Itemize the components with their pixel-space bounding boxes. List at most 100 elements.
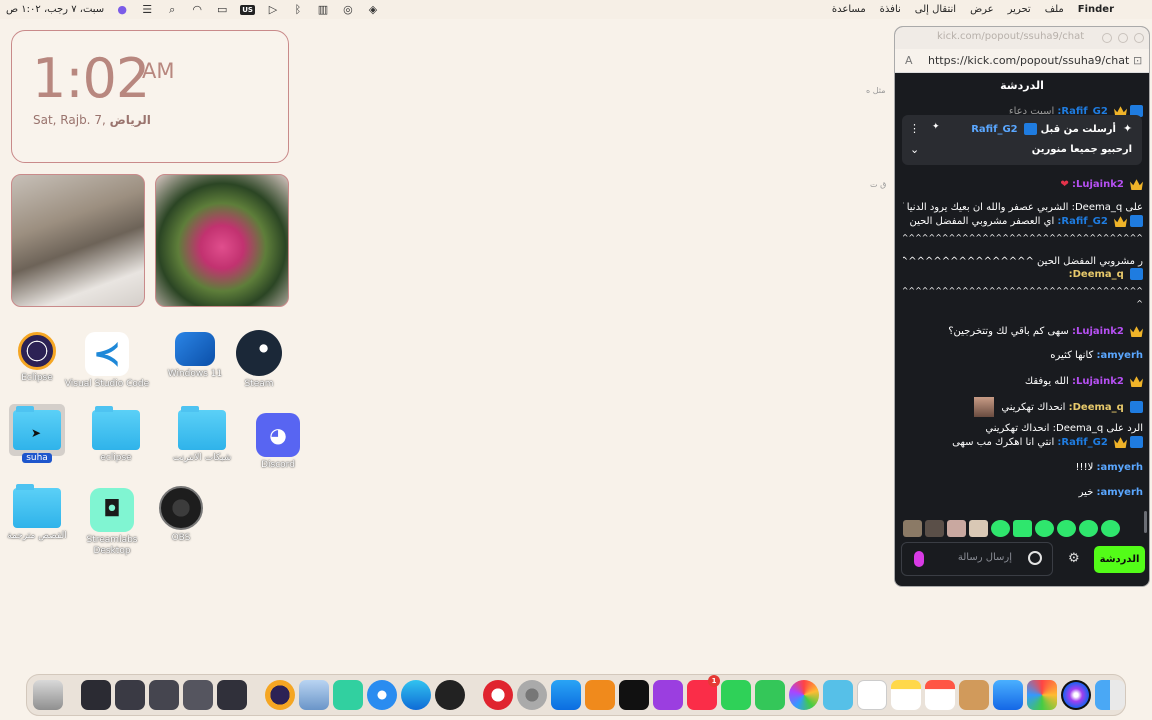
folder-icon: [13, 484, 61, 528]
photo-widget-flowers[interactable]: [155, 174, 289, 307]
menu-edit[interactable]: تحرير: [1008, 0, 1031, 19]
emote-thumbnail[interactable]: [1013, 519, 1032, 537]
finder-icon[interactable]: [1095, 680, 1125, 710]
chat-reply-context[interactable]: ر مشروبي المفضل الحين ^^^^^^^^^^^^^^^^^^…: [903, 256, 1143, 267]
smile-icon[interactable]: [1028, 551, 1042, 565]
preview-icon[interactable]: [299, 680, 329, 710]
obs-status-icon[interactable]: ◎: [341, 0, 355, 19]
apple-tv-icon[interactable]: [619, 680, 649, 710]
folder-icon: [92, 406, 140, 450]
music-icon[interactable]: 1: [687, 675, 720, 710]
play-icon[interactable]: ▷: [266, 0, 280, 19]
pinned-text: ارحبيو جميعا منورين: [1031, 144, 1132, 155]
bluetooth-icon[interactable]: ᛒ: [291, 0, 305, 19]
messages-icon[interactable]: [755, 680, 785, 710]
emote-thumbnail[interactable]: [1101, 519, 1120, 537]
chat-reply-context[interactable]: على Deema_q: الشربي عصفر والله ان بعيك ي…: [903, 202, 1143, 213]
emote-thumbnail[interactable]: [925, 519, 944, 537]
recent-window-thumbnail[interactable]: [81, 680, 111, 710]
desktop-icon-vscode[interactable]: ≺ Visual Studio Code: [62, 332, 152, 390]
menu-file[interactable]: ملف: [1045, 0, 1064, 19]
send-chat-button[interactable]: الدردشة: [1094, 546, 1145, 573]
desktop-icon-steam[interactable]: Steam: [222, 330, 296, 390]
recent-window-thumbnail[interactable]: [183, 680, 213, 710]
search-icon[interactable]: ⌕: [165, 0, 179, 19]
desktop-icon-obs[interactable]: OBS: [144, 486, 218, 544]
microphone-icon[interactable]: [914, 551, 924, 567]
system-settings-icon[interactable]: [517, 680, 547, 710]
obs-icon[interactable]: [435, 680, 465, 710]
desktop-icon-translation-folder[interactable]: القصص مترجمة: [0, 484, 74, 542]
menu-go[interactable]: انتقال إلى: [915, 0, 956, 19]
chevron-down-icon[interactable]: ⌄: [910, 143, 919, 156]
window-zoom-button[interactable]: [1118, 33, 1128, 43]
siri-icon[interactable]: [1061, 680, 1091, 710]
maps-icon[interactable]: [823, 680, 853, 710]
parallels-icon[interactable]: ▥: [316, 0, 330, 19]
facetime-icon[interactable]: [721, 680, 751, 710]
window-close-button[interactable]: [1134, 33, 1144, 43]
calendar-icon[interactable]: [925, 680, 955, 710]
window-titlebar[interactable]: kick.com/popout/ssuha9/chat: [895, 27, 1149, 49]
battery-icon[interactable]: ▭: [215, 0, 229, 19]
chat-message: Lujaink2: ❤: [903, 178, 1143, 190]
address-bar[interactable]: A https://kick.com/popout/ssuha9/chat ⊡: [895, 49, 1149, 73]
podcasts-icon[interactable]: [653, 680, 683, 710]
mail-icon[interactable]: [993, 680, 1023, 710]
pinned-message[interactable]: ✦ أرسلت من قبل Rafif_G2 ✦ ⋮ ارحبيو جميعا…: [902, 115, 1142, 165]
window-minimize-button[interactable]: [1102, 33, 1112, 43]
chat-messages[interactable]: Rafif_G2: اسبت دعاء Lujaink2: ❤ على Deem…: [895, 105, 1149, 539]
privacy-icon[interactable]: ◈: [366, 0, 380, 19]
desktop-icon-eclipse-folder[interactable]: eclipse: [79, 406, 153, 464]
contacts-icon[interactable]: [959, 680, 989, 710]
launchpad-icon[interactable]: [1027, 680, 1057, 710]
desktop-icon-streamlabs[interactable]: ◘ Streamlabs Desktop: [75, 488, 149, 557]
safari-icon[interactable]: [367, 680, 397, 710]
chat-message: amyerh: خير: [1078, 487, 1143, 498]
desktop-icon-discord[interactable]: ◕ Discord: [241, 413, 315, 471]
control-center-icon[interactable]: ☰: [140, 0, 154, 19]
menu-finder[interactable]: Finder: [1078, 0, 1114, 19]
reminders-icon[interactable]: [857, 680, 887, 710]
books-icon[interactable]: [585, 680, 615, 710]
photos-icon[interactable]: [789, 680, 819, 710]
siri-icon[interactable]: ●: [115, 0, 129, 19]
recent-window-thumbnail[interactable]: [149, 680, 179, 710]
pin-icon[interactable]: ✦: [932, 122, 940, 132]
emote-thumbnail[interactable]: [1079, 519, 1098, 537]
emote-thumbnail[interactable]: [969, 519, 988, 537]
app-store-icon[interactable]: [551, 680, 581, 710]
desktop-icon-windows11[interactable]: Windows 11: [158, 332, 232, 380]
menu-window[interactable]: نافذة: [880, 0, 901, 19]
menu-help[interactable]: مساعدة: [832, 0, 866, 19]
emote-thumbnail[interactable]: [1057, 519, 1076, 537]
keyboard-layout-indicator[interactable]: US: [240, 4, 255, 15]
clock-widget[interactable]: 1:02 AM Sat, Rajb. 7, الرياض: [11, 30, 289, 163]
reader-icon[interactable]: A: [905, 54, 913, 67]
streamlabs-icon[interactable]: [333, 680, 363, 710]
emote-thumbnail[interactable]: [903, 519, 922, 537]
chat-message: Lujaink2: سهى كم باقي لك وتتخرجين؟: [903, 325, 1143, 337]
edge-icon[interactable]: [401, 680, 431, 710]
wifi-icon[interactable]: ◠: [190, 0, 204, 19]
chat-input[interactable]: إرسال رسالة: [901, 542, 1053, 576]
address-url[interactable]: https://kick.com/popout/ssuha9/chat: [928, 54, 1129, 67]
kebab-icon[interactable]: ⋮: [909, 122, 920, 135]
trash-icon[interactable]: [33, 680, 63, 710]
chat-reply-context[interactable]: الرد على Deema_q: انحداك تهكريني: [903, 423, 1143, 434]
eclipse-icon[interactable]: [265, 680, 295, 710]
clock-menu-item[interactable]: سبت، ٧ رجب، ١:٠٢ ص: [6, 4, 104, 15]
clock-city: الرياض: [109, 113, 151, 127]
emote-thumbnail[interactable]: [947, 519, 966, 537]
gear-icon[interactable]: ⚙: [1068, 551, 1080, 566]
photo-widget-cat[interactable]: [11, 174, 145, 307]
menu-view[interactable]: عرض: [970, 0, 994, 19]
emote-thumbnail[interactable]: [1035, 519, 1054, 537]
recent-window-thumbnail[interactable]: [115, 680, 145, 710]
emote-thumbnail[interactable]: [991, 519, 1010, 537]
chat-scrollbar[interactable]: [1144, 511, 1147, 533]
recent-window-thumbnail[interactable]: [217, 680, 247, 710]
desktop-icon-scripts-folder[interactable]: شبكات الانترنت: [165, 406, 239, 464]
notes-icon[interactable]: [891, 680, 921, 710]
opera-icon[interactable]: [483, 680, 513, 710]
